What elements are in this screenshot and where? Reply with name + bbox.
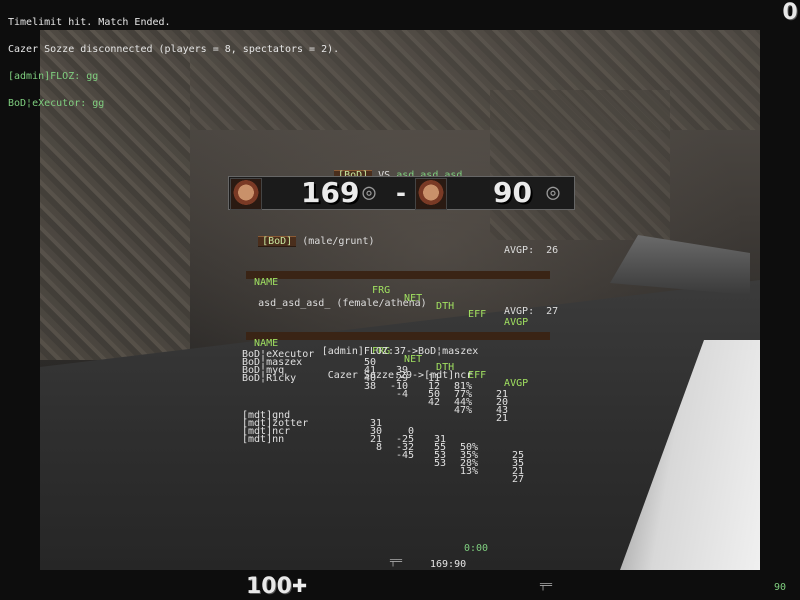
team1-header: [BoD] (male/grunt) AVGP: 26 [234, 228, 558, 263]
avgp-label: AVGP: [504, 245, 535, 256]
avgp-value: 26 [546, 245, 559, 256]
player-net: -45 [396, 450, 415, 461]
team1-score: 169 [301, 176, 360, 209]
player-name: [mdt]nn [242, 434, 285, 445]
frag-events: [admin]FLOZ:37->BoD¦maszex Cazer Sozze:2… [240, 332, 560, 388]
quake-logo-icon: ◎ [362, 180, 376, 205]
player-eff: 13% [460, 466, 479, 477]
console-line: Cazer Sozze disconnected (players = 8, s… [8, 44, 340, 55]
player-face-icon [415, 178, 447, 210]
team2-score: 90 [493, 176, 532, 209]
player-frg: 8 [376, 442, 383, 453]
player-avgp: 27 [512, 474, 525, 485]
table-row: [mdt]zotter 30 -25 55 35% 35 [234, 412, 534, 469]
event-line: [admin]FLOZ:37->BoD¦maszex [321, 346, 479, 357]
team2-avgp: AVGP: 27 [504, 306, 559, 317]
console-log: Timelimit hit. Match Ended. Cazer Sozze … [8, 0, 339, 117]
team2-rows: [mdt]gnd 31 0 31 50% 25 [mdt]zotter 30 -… [234, 404, 550, 485]
team1-header-name: [BoD] [258, 236, 297, 247]
table-row: [mdt]gnd 31 0 31 50% 25 [234, 404, 534, 461]
team1-avgp: AVGP: 26 [504, 245, 559, 256]
match-timer: 0:00 [464, 543, 489, 554]
event-line: Cazer Sozze:29->[mdt]ncr [327, 370, 473, 381]
console-line: BoD¦eXecutor: gg [8, 98, 105, 109]
ammo-value: 90 [774, 582, 787, 593]
console-line: [admin]FLOZ: gg [8, 71, 99, 82]
score-box: 169 ◎ - 90 ◎ [228, 176, 575, 210]
team2-model: (female/athena) [336, 298, 427, 309]
ledge [610, 235, 750, 295]
team1-model: (male/grunt) [302, 236, 375, 247]
avgp-value: 27 [546, 306, 559, 317]
quake-logo-icon: ◎ [546, 180, 560, 205]
frag-count: 0 [782, 0, 798, 25]
shotgun-icon: ╤═ [390, 556, 403, 567]
health-cross-icon: ✚ [292, 576, 308, 597]
team2-header-name: asd_asd_asd_ [258, 298, 331, 309]
score-dash: - [396, 179, 406, 207]
player-dth: 53 [434, 458, 447, 469]
shotgun-icon: ╤═ [540, 580, 553, 591]
health-value: 100 [246, 574, 292, 599]
table-row: [mdt]ncr 21 -32 53 28% 21 [234, 420, 534, 477]
player-face-icon [230, 178, 262, 210]
table-row: [mdt]nn 8 -45 53 13% 27 [234, 428, 534, 485]
avgp-label: AVGP: [504, 306, 535, 317]
console-line: Timelimit hit. Match Ended. [8, 17, 171, 28]
team-score-hud: 169:90 [430, 559, 467, 570]
team2-header: asd_asd_asd_ (female/athena) AVGP: 27 [234, 292, 558, 324]
